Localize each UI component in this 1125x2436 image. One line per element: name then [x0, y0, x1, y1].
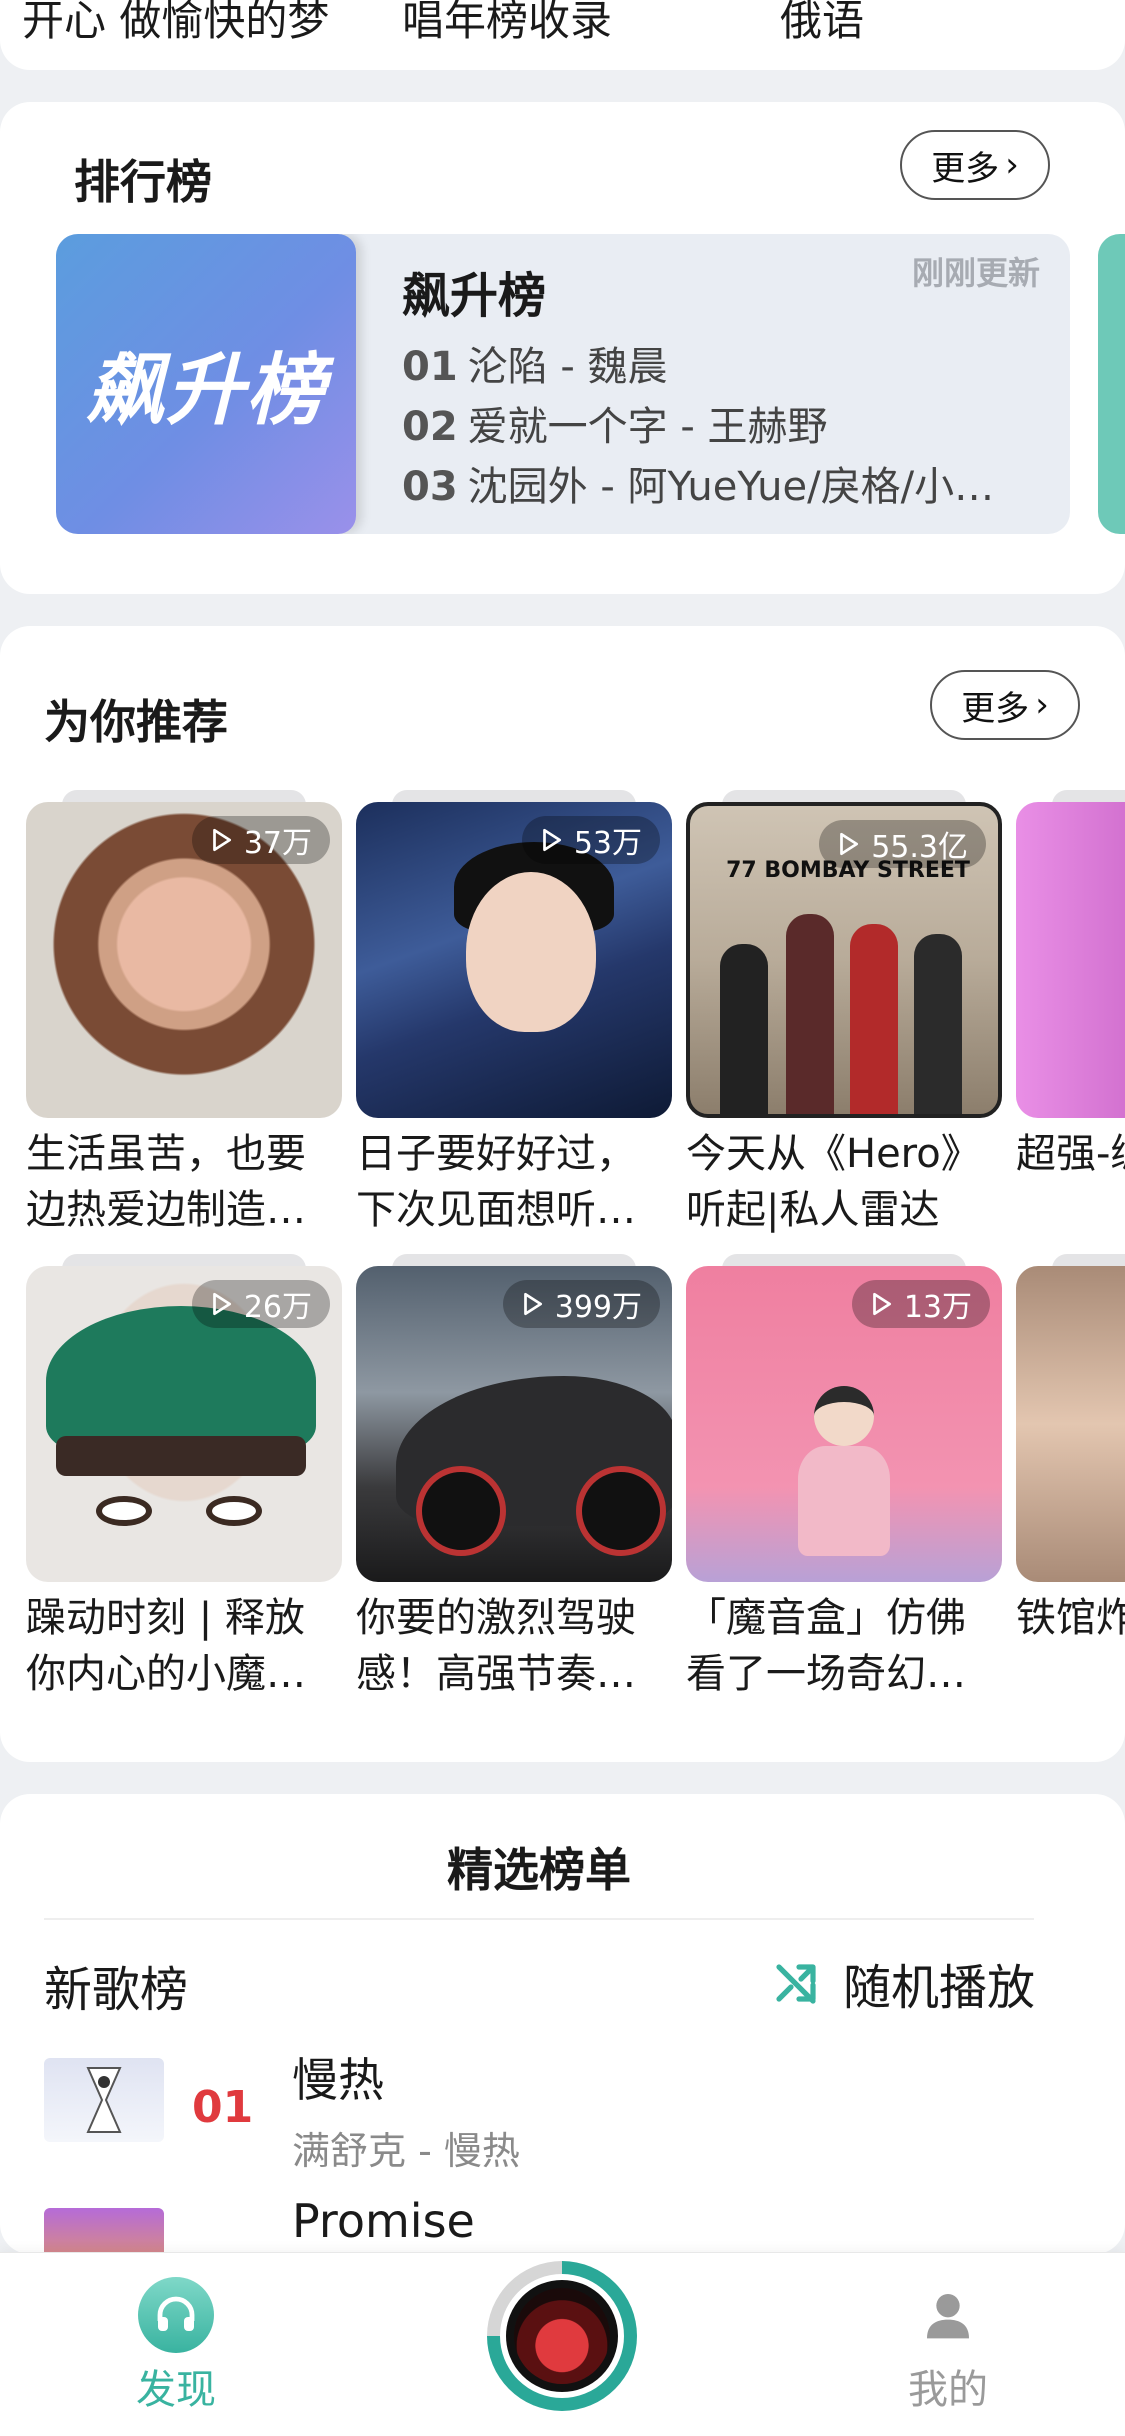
rank-row-num: 03 — [402, 464, 458, 510]
rank-row-num: 01 — [402, 344, 458, 390]
play-count: 399万 — [554, 1290, 642, 1325]
user-icon — [910, 2277, 986, 2353]
rank-row[interactable]: 03 沈园外 - 阿YueYue/戾格/小… — [402, 454, 1022, 512]
song-rank: 01 — [192, 2082, 254, 2133]
nav-discover[interactable]: 发现 — [86, 2277, 266, 2415]
chevron-right-icon: › — [1005, 145, 1019, 185]
song-artist-album: 满舒克 - 慢热 — [292, 2129, 520, 2173]
play-count-badge: 13万 — [851, 1280, 990, 1328]
girl-green-cap-icon: 26万 — [26, 1266, 342, 1582]
shuffle-icon — [776, 1964, 816, 2004]
recommend-more-label: 更多 — [961, 688, 1030, 729]
rank-row[interactable]: 01 沦陷 - 魏晨 — [402, 334, 1022, 392]
playlist-title: 你要的激烈驾驶感！高强节奏… — [356, 1595, 636, 1697]
rank-more-label: 更多 — [931, 148, 1000, 189]
top-item-3[interactable]: 俄语 — [780, 0, 864, 42]
play-count: 26万 — [243, 1290, 312, 1325]
album-art-icon — [514, 2288, 610, 2384]
featured-title: 精选榜单 — [447, 1843, 631, 1897]
playlist-tile[interactable]: 26万 躁动时刻 | 释放你内心的小魔… — [26, 1254, 342, 1702]
band-photo-icon: 77 BOMBAY STREET 55.3亿 — [686, 802, 1002, 1118]
song-cover-hourglass-icon — [44, 2058, 164, 2142]
playlist-title: 日子要好好过，下次见面想听… — [356, 1131, 636, 1233]
playlist-title: 「魔音盒」仿佛看了一场奇幻… — [686, 1595, 966, 1697]
play-count: 13万 — [903, 1290, 972, 1325]
playlist-title: 躁动时刻 | 释放你内心的小魔… — [26, 1595, 306, 1697]
black-sports-car-icon: 399万 — [356, 1266, 672, 1582]
play-icon — [212, 1292, 231, 1316]
playlist-tile[interactable]: 超强-编舞 — [1016, 790, 1125, 1182]
play-icon — [840, 832, 859, 856]
play-icon — [542, 828, 561, 852]
play-count-badge: 37万 — [191, 816, 330, 864]
play-icon — [872, 1292, 891, 1316]
play-count: 55.3亿 — [871, 830, 968, 865]
rank-row[interactable]: 02 爱就一个字 - 王赫野 — [402, 394, 1022, 452]
playlist-tile[interactable]: 399万 你要的激烈驾驶感！高强节奏… — [356, 1254, 672, 1702]
chevron-right-icon: › — [1035, 685, 1049, 725]
rank-next-board-peek[interactable] — [1098, 234, 1125, 534]
divider — [44, 1918, 1034, 1920]
play-count: 53万 — [573, 826, 642, 861]
play-count-badge: 26万 — [191, 1280, 330, 1328]
song-row[interactable]: Promise — [44, 2194, 1044, 2254]
shuffle-label: 随机播放 — [842, 1960, 1035, 2016]
top-strip: 开心 做愉快的梦 唱年榜收录 俄语 — [0, 0, 1125, 70]
rank-title: 排行榜 — [74, 155, 212, 209]
recommend-more-button[interactable]: 更多 › — [930, 670, 1080, 740]
playlist-tile[interactable]: 13万 「魔音盒」仿佛看了一场奇幻… — [686, 1254, 1002, 1702]
playlist-tile[interactable]: 铁馆炸歌 — [1016, 1254, 1125, 1646]
kids-faces-icon — [1016, 1266, 1125, 1582]
puppet-doll-icon: 13万 — [686, 1266, 1002, 1582]
play-count-badge: 53万 — [521, 816, 660, 864]
rank-row-text: 爱就一个字 - 王赫野 — [467, 404, 828, 450]
rank-row-num: 02 — [402, 404, 458, 450]
bottom-nav: 发现 我的 — [0, 2252, 1125, 2436]
playlist-title: 生活虽苦，也要边热爱边制造… — [26, 1131, 306, 1233]
now-playing-disc[interactable] — [487, 2261, 637, 2411]
man-in-car-icon: 53万 — [356, 802, 672, 1118]
play-count: 37万 — [243, 826, 312, 861]
song-name: Promise — [292, 2194, 475, 2248]
play-icon — [523, 1292, 542, 1316]
playlist-title: 超强-编舞 — [1016, 1131, 1125, 1177]
featured-charts-section: 精选榜单 新歌榜 随机播放 01 慢热 满舒克 - 慢热 Promise — [0, 1794, 1125, 2254]
pink-abstract-icon — [1016, 802, 1125, 1118]
nav-me-label: 我的 — [908, 2367, 988, 2413]
chart-label[interactable]: 新歌榜 — [44, 1950, 188, 2020]
nav-discover-label: 发现 — [136, 2367, 216, 2413]
rank-board-cover-text: 飙升榜 — [85, 346, 326, 436]
rank-row-text: 沦陷 - 魏晨 — [467, 344, 668, 390]
now-playing-disc-inner — [500, 2274, 624, 2398]
playlist-tile[interactable]: 37万 生活虽苦，也要边热爱边制造… — [26, 790, 342, 1238]
rank-section: 排行榜 更多 › 飙升榜 飙升榜 刚刚更新 01 沦陷 - 魏晨 02 爱就一个字 … — [0, 102, 1125, 594]
play-count-badge: 55.3亿 — [819, 820, 986, 868]
playlist-tile[interactable]: 53万 日子要好好过，下次见面想听… — [356, 790, 672, 1238]
play-count-badge: 399万 — [502, 1280, 660, 1328]
portrait-freckles-icon: 37万 — [26, 802, 342, 1118]
rank-more-button[interactable]: 更多 › — [900, 130, 1050, 200]
rank-board-card[interactable]: 飙升榜 飙升榜 刚刚更新 01 沦陷 - 魏晨 02 爱就一个字 - 王赫野 03 沈… — [56, 234, 1070, 534]
rank-row-text: 沈园外 - 阿YueYue/戾格/小… — [467, 464, 995, 510]
top-item-1[interactable]: 开心 做愉快的梦 — [22, 0, 329, 42]
recommend-title: 为你推荐 — [44, 695, 228, 749]
play-icon — [212, 828, 231, 852]
top-item-2[interactable]: 唱年榜收录 — [402, 0, 612, 42]
playlist-title: 今天从《Hero》听起|私人雷达 — [686, 1131, 981, 1233]
rank-board-cover: 飙升榜 — [56, 234, 356, 534]
playlist-title: 铁馆炸歌 — [1016, 1595, 1125, 1641]
song-cover-icon — [44, 2208, 164, 2254]
song-row[interactable]: 01 慢热 满舒克 - 慢热 — [44, 2044, 1044, 2174]
headphones-icon — [138, 2277, 214, 2353]
recommend-section: 为你推荐 更多 › 37万 生活虽苦，也要边热爱边制造… 53万 日子要好好过，… — [0, 626, 1125, 1762]
nav-me[interactable]: 我的 — [858, 2277, 1038, 2415]
shuffle-play-button[interactable]: 随机播放 — [773, 1948, 1035, 2018]
rank-board-name: 飙升榜 — [402, 268, 547, 324]
playlist-tile[interactable]: 77 BOMBAY STREET 55.3亿 今天从《Hero》听起|私人雷达 — [686, 790, 1002, 1238]
song-name: 慢热 — [292, 2053, 384, 2107]
rank-board-updated: 刚刚更新 — [911, 254, 1040, 292]
